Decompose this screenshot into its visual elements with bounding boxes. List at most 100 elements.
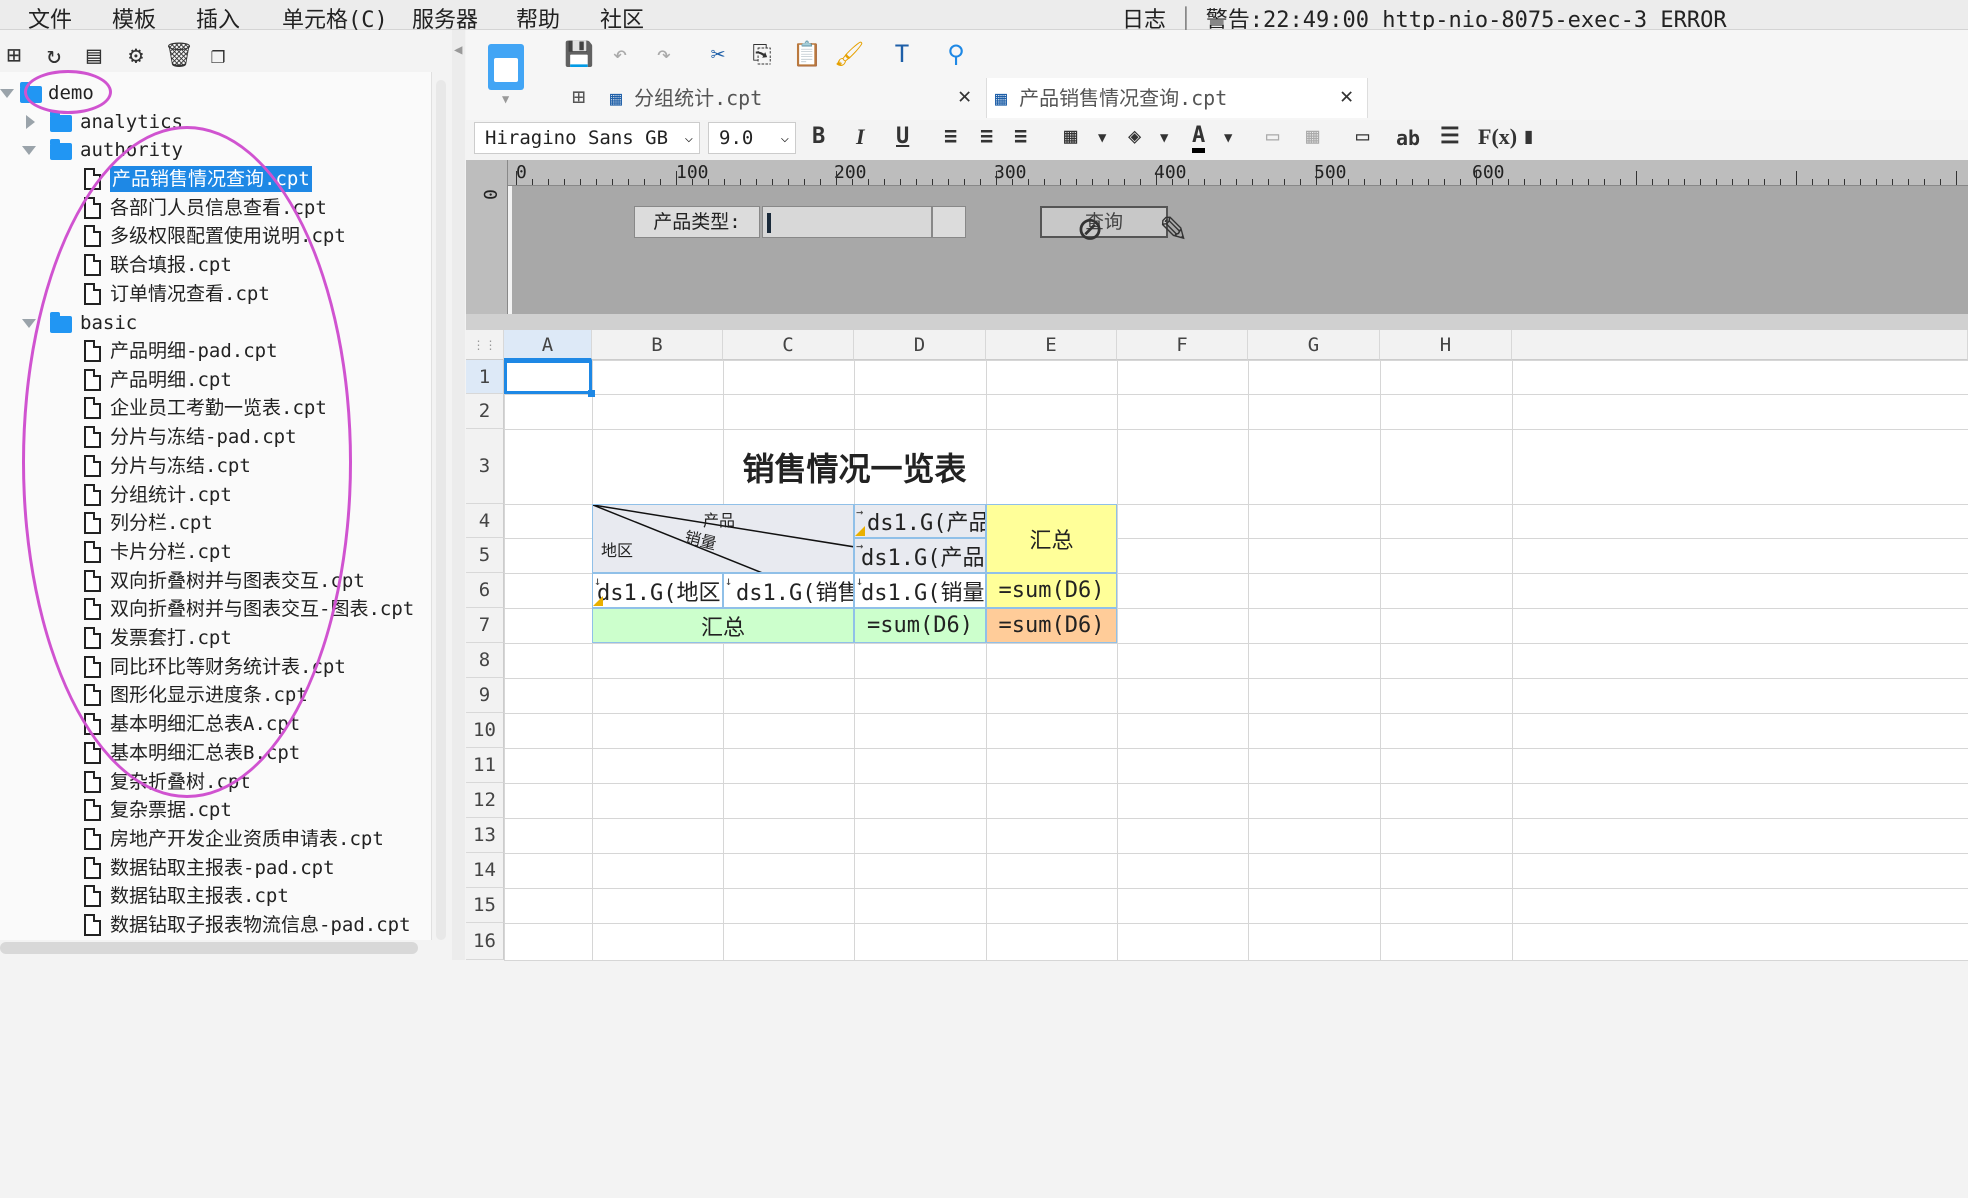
align-right-icon[interactable]: ≡ <box>1014 124 1027 149</box>
plugin-icon[interactable]: ⚲ <box>942 40 970 68</box>
column-header[interactable]: H <box>1380 330 1512 360</box>
row-header[interactable]: 14 <box>466 853 504 888</box>
edit-pencil-icon[interactable]: ✎ <box>1160 202 1187 253</box>
fill-handle[interactable] <box>588 390 595 397</box>
row-header[interactable]: 10 <box>466 713 504 748</box>
tree-file[interactable]: 复杂票据.cpt <box>0 797 430 823</box>
italic-button[interactable]: I <box>856 124 865 150</box>
report-template-icon[interactable] <box>488 44 524 90</box>
align-left-icon[interactable]: ≡ <box>944 124 957 149</box>
cell-e6[interactable]: =sum(D6) <box>986 573 1117 608</box>
row-header[interactable]: 9 <box>466 678 504 713</box>
collapse-left-icon[interactable]: ◀ <box>454 42 462 58</box>
row-header[interactable]: 6 <box>466 573 504 608</box>
cut-icon[interactable]: ✂ <box>704 40 732 68</box>
column-header[interactable]: F <box>1117 330 1248 360</box>
collapse-arrow-icon[interactable] <box>26 115 35 129</box>
border-icon[interactable]: ▦ <box>1064 124 1077 149</box>
fill-color-icon[interactable]: ◈ <box>1128 124 1141 149</box>
expand-arrow-icon[interactable] <box>22 319 36 328</box>
row-header[interactable]: 2 <box>466 394 504 429</box>
picker-icon[interactable] <box>932 206 966 238</box>
cell-d4[interactable]: ds1.G(产品类别) <box>854 504 986 538</box>
column-header[interactable]: D <box>854 330 986 360</box>
row-header[interactable]: 7 <box>466 608 504 643</box>
query-button[interactable]: 查询 <box>1040 206 1168 238</box>
menu-insert[interactable]: 插入 <box>196 2 240 34</box>
menu-file[interactable]: 文件 <box>28 2 72 34</box>
close-icon[interactable]: ✕ <box>958 84 971 109</box>
column-header[interactable]: B <box>592 330 723 360</box>
cell-b7[interactable]: 汇总 <box>592 608 854 643</box>
align-center-icon[interactable]: ≡ <box>980 124 993 149</box>
dropdown-arrow-icon[interactable]: ▼ <box>502 92 509 106</box>
chevron-down-icon[interactable]: ▼ <box>1098 130 1106 146</box>
row-header[interactable]: 8 <box>466 643 504 678</box>
selected-cell-a1[interactable] <box>504 360 592 394</box>
cell-b6[interactable]: ds1.G(地区) <box>592 573 723 608</box>
close-icon[interactable]: ✕ <box>1340 84 1353 109</box>
row-header[interactable]: 15 <box>466 888 504 923</box>
cell-e7[interactable]: =sum(D6) <box>986 608 1117 643</box>
bold-button[interactable]: B <box>812 124 825 149</box>
undo-icon[interactable]: ↶ <box>606 40 634 68</box>
diagonal-header-cell[interactable]: 产品 销量 地区 <box>592 504 854 573</box>
paste-icon[interactable]: 📋 <box>792 40 822 68</box>
panel-divider[interactable]: ◀ <box>452 30 465 960</box>
refresh-icon[interactable]: ↻ <box>40 41 68 69</box>
text-icon[interactable]: T <box>888 40 916 68</box>
report-title[interactable]: 销售情况一览表 <box>592 429 1117 504</box>
chevron-down-icon[interactable]: ▼ <box>1160 130 1168 146</box>
column-header[interactable]: A <box>504 330 592 360</box>
cell-e4[interactable]: 汇总 <box>986 504 1117 573</box>
product-type-input[interactable] <box>762 206 932 238</box>
font-family-select[interactable]: Hiragino Sans GB ⌵ <box>474 122 700 154</box>
tab-sales-query[interactable]: ▦ 产品销售情况查询.cpt <box>986 78 1368 118</box>
save-icon[interactable]: 💾 <box>564 40 594 68</box>
cell-c6[interactable]: ds1.G(销售员) <box>723 573 854 608</box>
row-header[interactable]: 11 <box>466 748 504 783</box>
row-header[interactable]: 12 <box>466 783 504 818</box>
delete-icon[interactable]: 🗑 <box>164 41 194 69</box>
row-header[interactable]: 16 <box>466 923 504 960</box>
menu-template[interactable]: 模板 <box>112 2 156 34</box>
row-header[interactable]: 1 <box>466 360 504 394</box>
paragraph-icon[interactable]: ☰ <box>1440 124 1460 149</box>
tree-file[interactable]: 数据钻取子报表物流信息-pad.cpt <box>0 912 430 938</box>
row-header[interactable]: 5 <box>466 538 504 573</box>
select-all-corner[interactable]: ⋮⋮ <box>466 330 504 360</box>
hidden-eye-icon[interactable]: ⊘ <box>1078 206 1102 252</box>
chart-icon[interactable]: ▮ <box>1522 124 1535 149</box>
text-field-icon[interactable]: ▭ <box>1356 124 1369 149</box>
expand-arrow-icon[interactable] <box>0 89 14 98</box>
template-icon[interactable]: ▤ <box>80 41 108 69</box>
tree-horizontal-scrollbar[interactable] <box>0 942 418 954</box>
cell-d6[interactable]: ds1.G(销量) <box>854 573 986 608</box>
unmerge-icon[interactable]: ▦ <box>1306 124 1319 149</box>
tab-group-stats[interactable]: ▦ 分组统计.cpt <box>610 78 982 118</box>
tree-file[interactable]: 数据钻取主报表-pad.cpt <box>0 855 430 881</box>
menu-cell[interactable]: 单元格(C) <box>282 2 388 34</box>
merge-icon[interactable]: ▭ <box>1266 124 1279 149</box>
formula-button[interactable]: F(x) <box>1478 124 1517 150</box>
format-painter-icon[interactable]: 🖌 <box>834 40 864 68</box>
chevron-down-icon[interactable]: ▼ <box>1224 130 1232 146</box>
tree-file[interactable]: 数据钻取主报表.cpt <box>0 883 430 909</box>
copy-icon[interactable]: ❐ <box>204 41 232 69</box>
row-header[interactable]: 13 <box>466 818 504 853</box>
copy-icon[interactable]: ⎘ <box>748 40 776 68</box>
font-size-select[interactable]: 9.0 ⌵ <box>708 122 796 154</box>
row-header[interactable]: 3 <box>466 429 504 504</box>
column-header[interactable]: C <box>723 330 854 360</box>
cell-d7[interactable]: =sum(D6) <box>854 608 986 643</box>
column-header[interactable]: G <box>1248 330 1380 360</box>
tree-vertical-scrollbar[interactable] <box>436 80 446 940</box>
column-header[interactable]: E <box>986 330 1117 360</box>
new-folder-icon[interactable]: ⊞ <box>0 41 28 69</box>
redo-icon[interactable]: ↷ <box>650 40 678 68</box>
font-color-button[interactable]: A <box>1192 124 1206 153</box>
row-header[interactable]: 4 <box>466 504 504 538</box>
expand-arrow-icon[interactable] <box>22 146 36 155</box>
text-wrap-button[interactable]: ab <box>1396 126 1420 150</box>
underline-button[interactable]: U <box>896 124 909 149</box>
